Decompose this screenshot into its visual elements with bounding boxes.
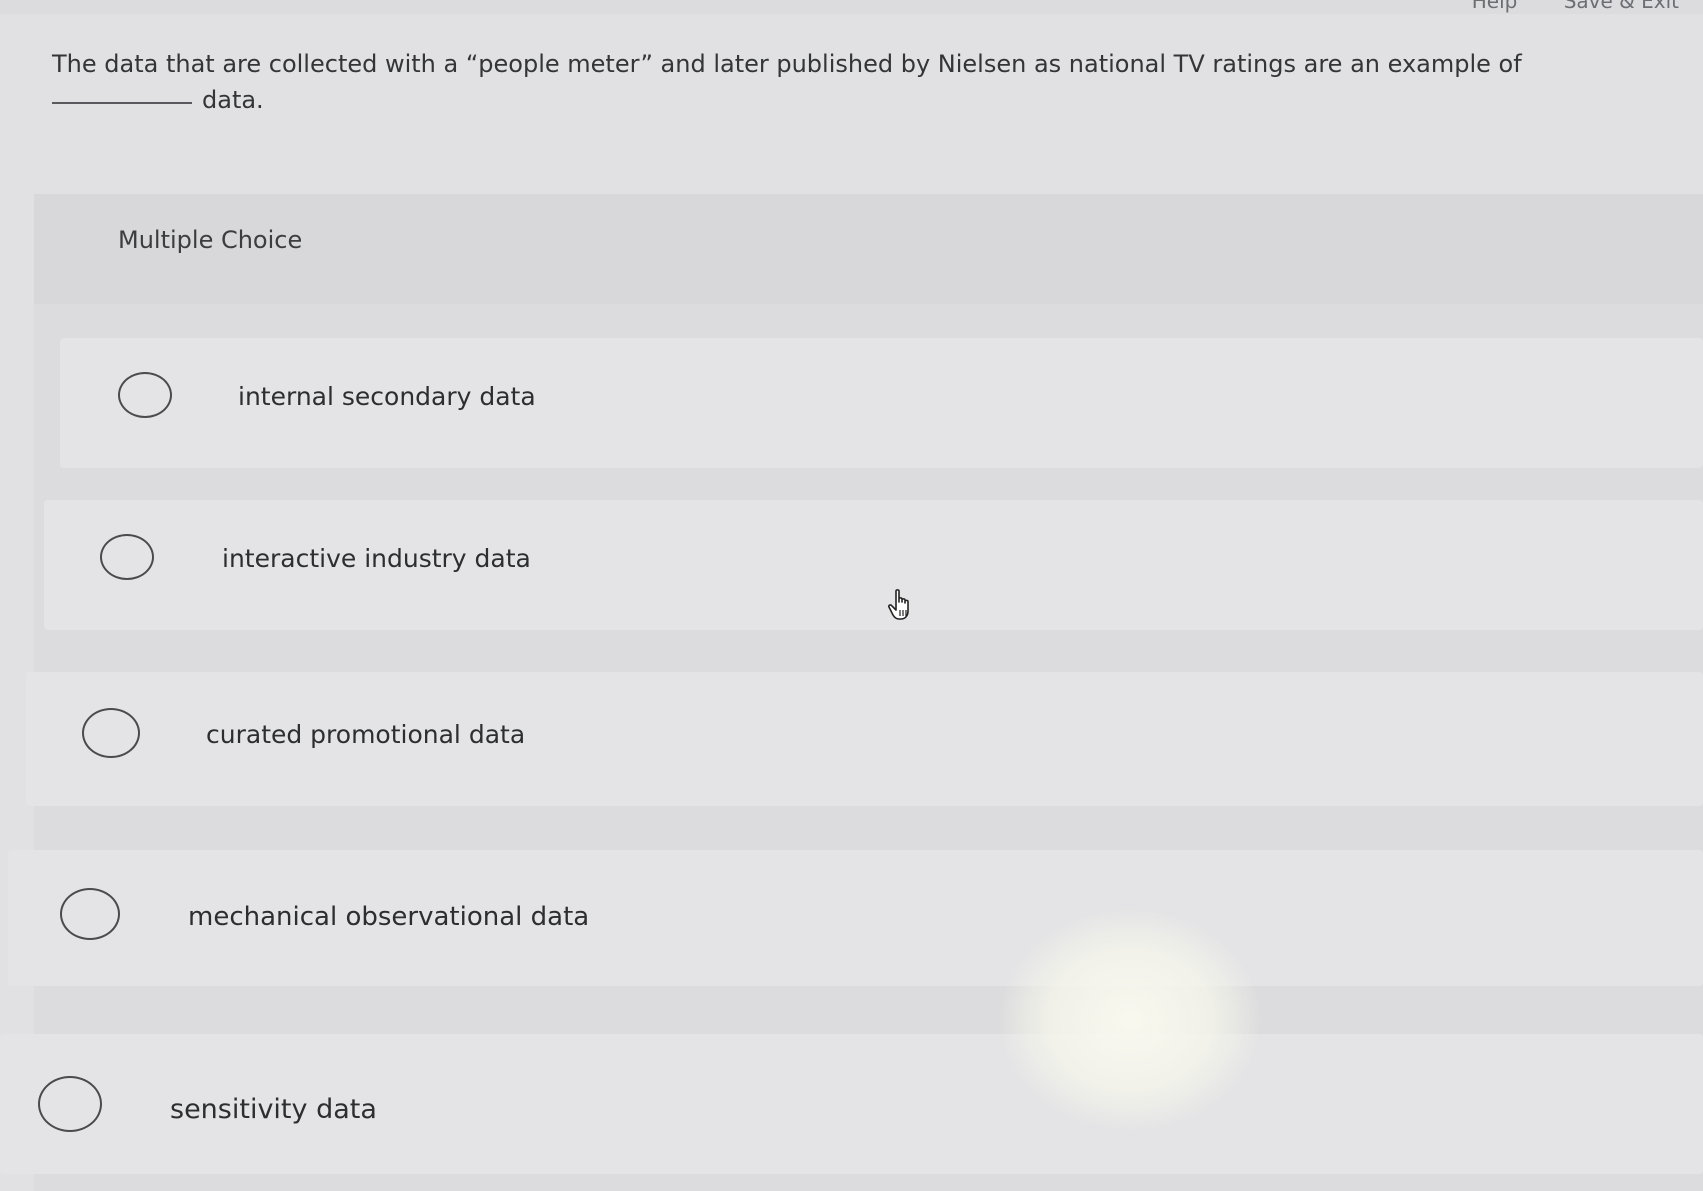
answer-option-label[interactable]: curated promotional data: [206, 720, 525, 749]
top-links: Help Save & Exit: [1432, 0, 1679, 13]
answer-option[interactable]: curated promotional data: [26, 672, 1703, 806]
hand-pointer-icon: [888, 589, 909, 620]
radio-unselected-icon[interactable]: [60, 888, 120, 940]
answer-option-label[interactable]: mechanical observational data: [188, 902, 589, 932]
question-text-line2: data.: [52, 82, 1672, 118]
top-toolbar: Help Save & Exit: [0, 0, 1703, 14]
answer-option-label[interactable]: sensitivity data: [170, 1094, 377, 1125]
answer-option[interactable]: internal secondary data: [60, 338, 1703, 468]
answer-option[interactable]: interactive industry data: [44, 500, 1703, 630]
question-text-end: data.: [202, 86, 264, 114]
radio-unselected-icon[interactable]: [118, 372, 172, 418]
answer-option[interactable]: sensitivity data: [0, 1034, 1703, 1174]
question-prompt: The data that are collected with a “peop…: [52, 46, 1672, 118]
save-exit-link[interactable]: Save & Exit: [1564, 0, 1679, 13]
radio-unselected-icon[interactable]: [100, 534, 154, 580]
radio-unselected-icon[interactable]: [38, 1076, 102, 1132]
help-link[interactable]: Help: [1472, 0, 1518, 13]
multiple-choice-label: Multiple Choice: [118, 226, 303, 254]
answer-option-label[interactable]: internal secondary data: [238, 382, 536, 411]
question-page: Help Save & Exit The data that are colle…: [0, 0, 1703, 1191]
question-text: The data that are collected with a “peop…: [52, 50, 1522, 78]
multiple-choice-header: Multiple Choice: [34, 194, 1703, 304]
answer-blank: [52, 102, 192, 104]
answer-option[interactable]: mechanical observational data: [8, 850, 1703, 986]
answer-option-label[interactable]: interactive industry data: [222, 544, 531, 573]
radio-unselected-icon[interactable]: [82, 708, 140, 758]
